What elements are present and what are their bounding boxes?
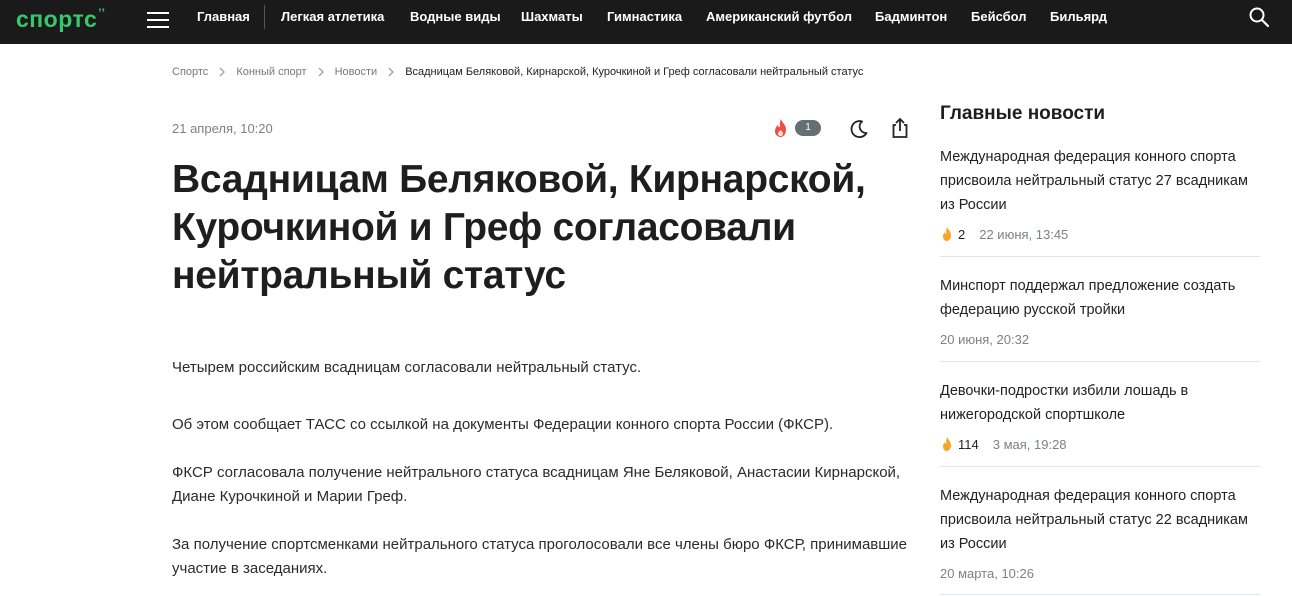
article-paragraph: Четырем российским всадницам согласовали… — [172, 359, 642, 376]
news-divider — [940, 594, 1260, 595]
fire-icon — [943, 227, 951, 241]
news-time: 20 июня, 20:32 — [940, 331, 1030, 347]
news-time: 3 мая, 19:28 — [992, 436, 1067, 452]
breadcrumb-news[interactable]: Новости — [335, 66, 378, 78]
news-headline[interactable]: Минспорт поддержал предложение создать ф… — [940, 274, 1260, 322]
sidebar-news-item[interactable]: Девочки-подростки избили лошадь в нижего… — [940, 379, 1260, 453]
article-paragraph: За получение спортсменками нейтрального … — [172, 536, 908, 577]
news-headline[interactable]: Международная федерация конного спорта п… — [940, 145, 1260, 217]
reactions-count-badge: 1 — [795, 120, 821, 136]
news-meta: 20 марта, 10:26 — [940, 564, 1260, 582]
nav-item-chess[interactable]: Шахматы — [521, 9, 583, 24]
dark-mode-moon-icon[interactable] — [849, 119, 869, 139]
sidebar-news-item[interactable]: Минспорт поддержал предложение создать ф… — [940, 274, 1260, 348]
fire-icon — [943, 437, 951, 451]
chevron-right-icon — [219, 67, 226, 77]
news-reactions: 2 — [958, 226, 966, 242]
news-meta: 2 22 июня, 13:45 — [940, 225, 1260, 243]
share-icon[interactable] — [889, 117, 911, 139]
nav-divider — [264, 5, 265, 29]
news-divider — [940, 466, 1260, 467]
article-title: Всадницам Беляковой, Кирнарской, Курочки… — [172, 158, 866, 297]
nav-item-baseball[interactable]: Бейсбол — [971, 9, 1027, 24]
news-time: 22 июня, 13:45 — [979, 226, 1069, 242]
breadcrumb-sports[interactable]: Спортс — [172, 66, 208, 78]
sidebar-news-item[interactable]: Международная федерация конного спорта п… — [940, 484, 1260, 582]
breadcrumb: Спортс Конный спорт Новости Всадницам Бе… — [172, 66, 863, 78]
article-paragraph: Об этом сообщает ТАСС со ссылкой на доку… — [172, 416, 834, 433]
logo-mark: ’’ — [98, 6, 106, 20]
nav-item-water-sports[interactable]: Водные виды — [410, 9, 501, 24]
nav-item-main[interactable]: Главная — [197, 9, 250, 24]
news-divider — [940, 361, 1260, 362]
news-headline[interactable]: Международная федерация конного спорта п… — [940, 484, 1260, 556]
nav-item-athletics[interactable]: Легкая атлетика — [281, 9, 384, 24]
top-navigation-bar: спортс’’ Главная Легкая атлетика Водные … — [0, 0, 1292, 44]
nav-item-billiards[interactable]: Бильярд — [1050, 9, 1107, 24]
chevron-right-icon — [388, 67, 395, 77]
site-logo[interactable]: спортс’’ — [16, 6, 105, 33]
nav-item-american-football[interactable]: Американский футбол — [706, 9, 852, 24]
sidebar-news-item[interactable]: Международная федерация конного спорта п… — [940, 145, 1260, 243]
news-divider — [940, 256, 1260, 257]
search-icon[interactable] — [1248, 6, 1270, 28]
nav-item-gymnastics[interactable]: Гимнастика — [607, 9, 682, 24]
menu-icon[interactable] — [147, 11, 169, 29]
news-headline[interactable]: Девочки-подростки избили лошадь в нижего… — [940, 379, 1260, 427]
fire-reaction-icon[interactable] — [770, 117, 792, 139]
news-meta: 20 июня, 20:32 — [940, 330, 1260, 348]
news-reactions: 114 — [958, 436, 979, 452]
article-paragraph: ФКСР согласовала получение нейтрального … — [172, 464, 901, 505]
news-meta: 114 3 мая, 19:28 — [940, 435, 1260, 453]
sidebar-title: Главные новости — [940, 103, 1106, 124]
article-date: 21 апреля, 10:20 — [172, 121, 273, 136]
breadcrumb-equestrian[interactable]: Конный спорт — [236, 66, 306, 78]
nav-item-badminton[interactable]: Бадминтон — [875, 9, 947, 24]
breadcrumb-current: Всадницам Беляковой, Кирнарской, Курочки… — [405, 66, 864, 78]
chevron-right-icon — [318, 67, 324, 77]
news-time: 20 марта, 10:26 — [940, 565, 1034, 581]
